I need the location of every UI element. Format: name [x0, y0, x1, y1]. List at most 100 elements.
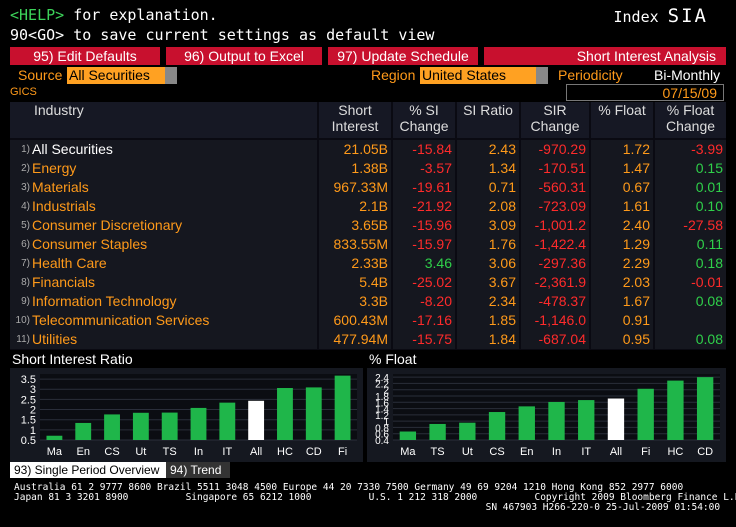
col-header-si-change[interactable]: % SI Change — [393, 102, 455, 138]
output-to-excel-button[interactable]: 96) Output to Excel — [166, 47, 322, 65]
bar[interactable] — [696, 377, 714, 440]
si-chg-cell: -15.84 — [393, 140, 455, 159]
bar[interactable] — [399, 431, 417, 440]
si-cell: 833.55M — [319, 235, 391, 254]
table-row[interactable]: 4) Industrials 2.1B -21.92 2.08 -723.09 1.61 0.… — [10, 197, 726, 216]
bar[interactable] — [46, 435, 63, 440]
sir-chg-cell: -723.09 — [521, 197, 589, 216]
table-row[interactable]: 2) Energy 1.38B -3.57 1.34 -170.51 1.47 0.15 — [10, 159, 726, 178]
bar[interactable] — [190, 407, 207, 440]
table-row[interactable]: 8) Financials 5.4B -25.02 3.67 -2,361.9 2.03 -0… — [10, 273, 726, 292]
periodicity-value[interactable]: Bi-Monthly — [654, 67, 720, 83]
help-key[interactable]: <HELP> — [10, 6, 64, 24]
bar[interactable] — [607, 398, 625, 440]
col-header-sir-change[interactable]: SIR Change — [521, 102, 589, 138]
bar[interactable] — [104, 414, 120, 440]
table-row[interactable]: 11) Utilities 477.94M -15.75 1.84 -687.04 0.95… — [10, 330, 726, 349]
si-chg-cell: -17.16 — [393, 311, 455, 330]
bar[interactable] — [548, 401, 565, 440]
flt-chg-cell: 0.08 — [655, 330, 726, 349]
bar[interactable] — [248, 400, 265, 440]
industry-name[interactable]: Financials — [32, 273, 95, 292]
bar[interactable] — [305, 387, 322, 440]
region-dropdown-arrow[interactable] — [536, 67, 548, 84]
flt-chg-cell: 0.08 — [655, 292, 726, 311]
industry-name[interactable]: Utilities — [32, 330, 77, 349]
col-header-float[interactable]: % Float — [591, 102, 653, 138]
bar[interactable] — [578, 400, 595, 440]
tab-single-period-overview[interactable]: 93) Single Period Overview — [10, 462, 166, 478]
source-label: Source — [18, 67, 63, 83]
bar[interactable] — [219, 402, 236, 440]
flt-chg-cell: -27.58 — [655, 216, 726, 235]
si-cell: 600.43M — [319, 311, 391, 330]
si-cell: 3.3B — [319, 292, 391, 311]
x-tick-label: Fi — [338, 446, 347, 458]
table-row[interactable]: 3) Materials 967.33M -19.61 0.71 -560.31 0.67 0… — [10, 178, 726, 197]
x-tick-label: HC — [277, 446, 293, 458]
sir-cell: 3.67 — [457, 273, 519, 292]
col-header-si-ratio[interactable]: SI Ratio — [457, 102, 519, 138]
table-row[interactable]: 7) Health Care 2.33B 3.46 3.06 -297.36 2.29 0.1… — [10, 254, 726, 273]
y-tick-label: 0.4 — [375, 436, 389, 447]
industry-name[interactable]: Information Technology — [32, 292, 177, 311]
industry-name[interactable]: Materials — [32, 178, 89, 197]
row-number: 7) — [21, 258, 30, 269]
bar[interactable] — [132, 412, 149, 440]
sir-chg-cell: -1,146.0 — [521, 311, 589, 330]
sir-chg-cell: -2,361.9 — [521, 273, 589, 292]
industry-name[interactable]: Consumer Staples — [32, 235, 147, 254]
industry-name[interactable]: Energy — [32, 159, 76, 178]
bar[interactable] — [488, 412, 506, 440]
industry-name[interactable]: All Securities — [32, 140, 113, 159]
bar[interactable] — [459, 422, 476, 440]
col-header-float-change[interactable]: % Float Change — [655, 102, 726, 138]
industry-name[interactable]: Health Care — [32, 254, 107, 273]
industry-name[interactable]: Consumer Discretionary — [32, 216, 182, 235]
update-schedule-button[interactable]: 97) Update Schedule — [328, 47, 478, 65]
table-row[interactable]: 6) Consumer Staples 833.55M -15.97 1.76 -1,42… — [10, 235, 726, 254]
si-chg-cell: -25.02 — [393, 273, 455, 292]
sir-cell: 1.85 — [457, 311, 519, 330]
flt-cell: 1.29 — [591, 235, 653, 254]
region-dropdown[interactable]: United States — [420, 67, 538, 84]
industry-name[interactable]: Industrials — [32, 197, 96, 216]
source-dropdown[interactable]: All Securities — [67, 67, 167, 84]
sir-chg-cell: -687.04 — [521, 330, 589, 349]
sir-cell: 1.76 — [457, 235, 519, 254]
bar[interactable] — [637, 388, 654, 440]
col-header-industry[interactable]: Industry — [10, 102, 317, 138]
save-hint: 90<GO> to save current settings as defau… — [10, 26, 435, 44]
action-bar: 95) Edit Defaults 96) Output to Excel 97… — [10, 47, 726, 65]
bar[interactable] — [161, 412, 178, 440]
edit-defaults-button[interactable]: 95) Edit Defaults — [10, 47, 160, 65]
tab-trend[interactable]: 94) Trend — [166, 462, 230, 478]
help-text: for explanation. — [64, 6, 218, 24]
row-number: 1) — [21, 144, 30, 155]
flt-cell: 0.95 — [591, 330, 653, 349]
sir-cell: 1.34 — [457, 159, 519, 178]
source-dropdown-arrow[interactable] — [165, 67, 177, 84]
flt-cell: 1.72 — [591, 140, 653, 159]
row-number: 4) — [21, 201, 30, 212]
col-header-short-interest[interactable]: Short Interest — [319, 102, 391, 138]
flt-cell: 0.67 — [591, 178, 653, 197]
table-row[interactable]: 1) All Securities 21.05B -15.84 2.43 -970.29 1… — [10, 140, 726, 159]
industry-name[interactable]: Telecommunication Services — [32, 311, 209, 330]
table-row[interactable]: 5) Consumer Discretionary 3.65B -15.96 3.09-… — [10, 216, 726, 235]
x-tick-label: TS — [431, 446, 445, 458]
si-cell: 5.4B — [319, 273, 391, 292]
bar[interactable] — [334, 375, 351, 440]
bar[interactable] — [518, 406, 535, 440]
bar[interactable] — [277, 388, 293, 440]
bar[interactable] — [429, 423, 446, 440]
si-cell: 967.33M — [319, 178, 391, 197]
bar[interactable] — [667, 380, 684, 440]
sir-chg-cell: -170.51 — [521, 159, 589, 178]
sir-cell: 2.43 — [457, 140, 519, 159]
x-tick-label: Fi — [641, 446, 650, 458]
table-row[interactable]: 9) Information Technology 3.3B -8.20 2.34 -47… — [10, 292, 726, 311]
bar[interactable] — [75, 422, 92, 440]
date-field[interactable]: 07/15/09 — [566, 84, 724, 101]
table-row[interactable]: 10) Telecommunication Services 600.43M -17.… — [10, 311, 726, 330]
